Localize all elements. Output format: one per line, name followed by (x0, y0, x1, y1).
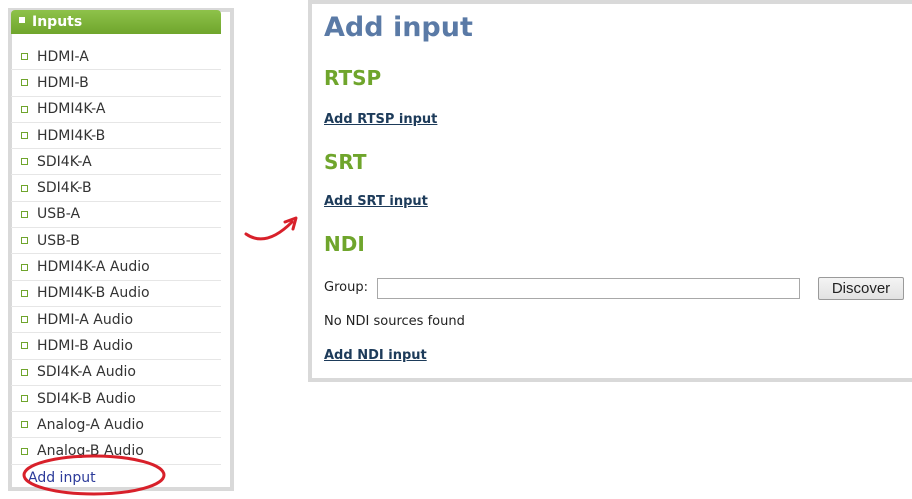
square-bullet-icon (21, 395, 28, 402)
sidebar-item-hdmi4k-a[interactable]: HDMI4K-A (11, 97, 221, 123)
sidebar-item-label: HDMI-B (37, 74, 89, 91)
sidebar-item-label: HDMI4K-A Audio (37, 259, 150, 276)
square-bullet-icon (21, 79, 28, 87)
square-bullet-icon (21, 158, 28, 166)
square-bullet-icon (21, 289, 28, 297)
sidebar-item-label: SDI4K-B (37, 180, 92, 197)
sidebar-item-label: HDMI4K-A (37, 101, 106, 118)
ndi-status-text: No NDI sources found (324, 314, 465, 329)
discover-button[interactable]: Discover (818, 277, 904, 300)
sidebar-item-label: USB-B (37, 232, 80, 249)
square-bullet-icon (21, 237, 28, 245)
square-bullet-icon (21, 263, 28, 271)
sidebar-item-sdi4k-b-audio[interactable]: SDI4K-B Audio (11, 386, 221, 413)
annotation-highlight-ellipse-icon (22, 454, 166, 496)
group-label: Group: (324, 280, 368, 295)
add-srt-input-link[interactable]: Add SRT input (324, 194, 428, 209)
sidebar-item-label: SDI4K-A (37, 153, 92, 170)
annotation-arrow-icon (244, 216, 298, 241)
sidebar-item-sdi4k-a-audio[interactable]: SDI4K-A Audio (11, 360, 221, 386)
sidebar-item-hdmi4k-b-audio[interactable]: HDMI4K-B Audio (11, 281, 221, 307)
square-bullet-icon (21, 316, 28, 324)
sidebar-header-label: Inputs (32, 14, 83, 30)
srt-heading: SRT (324, 150, 367, 174)
sidebar-item-label: Analog-A Audio (37, 416, 144, 433)
sidebar-item-label: HDMI-A (37, 48, 89, 65)
sidebar-item-sdi4k-b[interactable]: SDI4K-B (11, 175, 221, 202)
square-bullet-icon (21, 342, 28, 350)
sidebar-item-label: HDMI-A Audio (37, 311, 134, 328)
ndi-heading: NDI (324, 232, 365, 256)
inputs-list: HDMI-A HDMI-B HDMI4K-A HDMI4K-B SDI4K-A … (11, 44, 221, 491)
sidebar-item-label: HDMI-B Audio (37, 337, 133, 354)
group-input[interactable] (377, 278, 800, 299)
sidebar-item-label: SDI4K-B Audio (37, 390, 136, 407)
sidebar-item-label: SDI4K-A Audio (37, 364, 136, 381)
add-ndi-input-link[interactable]: Add NDI input (324, 348, 427, 363)
sidebar-item-hdmi-b-audio[interactable]: HDMI-B Audio (11, 333, 221, 360)
sidebar-item-sdi4k-a[interactable]: SDI4K-A (11, 149, 221, 176)
sidebar-item-hdmi-b[interactable]: HDMI-B (11, 70, 221, 97)
rtsp-heading: RTSP (324, 66, 382, 90)
square-bullet-icon (21, 210, 28, 218)
page-title: Add input (324, 12, 473, 43)
sidebar-item-hdmi-a-audio[interactable]: HDMI-A Audio (11, 307, 221, 334)
square-bullet-icon (21, 132, 28, 140)
sidebar-item-hdmi4k-b[interactable]: HDMI4K-B (11, 123, 221, 150)
square-bullet-icon (21, 53, 28, 61)
sidebar-item-usb-b[interactable]: USB-B (11, 228, 221, 255)
square-bullet-icon (21, 184, 28, 192)
sidebar-item-hdmi-a[interactable]: HDMI-A (11, 44, 221, 71)
square-bullet-icon (21, 105, 28, 113)
sidebar-item-analog-a-audio[interactable]: Analog-A Audio (11, 412, 221, 439)
sidebar-item-label: HDMI4K-B (37, 127, 106, 144)
sidebar-item-label: HDMI4K-B Audio (37, 285, 150, 302)
square-bullet-icon (21, 421, 28, 429)
sidebar-item-label: USB-A (37, 206, 81, 223)
square-bullet-icon (21, 368, 28, 376)
sidebar-item-usb-a[interactable]: USB-A (11, 202, 221, 229)
bullet-icon (19, 17, 25, 23)
sidebar-item-hdmi4k-a-audio[interactable]: HDMI4K-A Audio (11, 254, 221, 281)
add-rtsp-input-link[interactable]: Add RTSP input (324, 112, 437, 127)
inputs-sidebar-header[interactable]: Inputs (11, 10, 221, 34)
